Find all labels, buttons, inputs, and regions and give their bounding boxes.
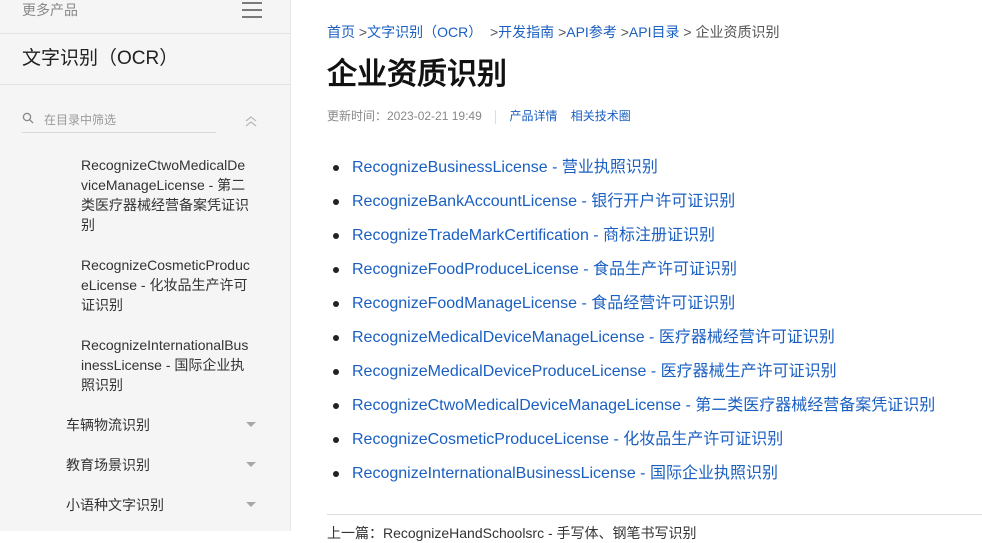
divider [327,514,982,515]
breadcrumb-separator: > [358,24,368,40]
api-link[interactable]: RecognizeMedicalDeviceManageLicense - 医疗… [352,329,835,346]
chevron-down-icon[interactable] [246,502,256,507]
chevron-down-icon[interactable] [246,462,256,467]
breadcrumb-api-catalog[interactable]: API目录 [629,24,680,40]
list-item: RecognizeCosmeticProduceLicense - 化妆品生产许… [327,429,935,463]
sidebar-category-education[interactable]: 教育场景识别 [66,455,266,475]
api-link[interactable]: RecognizeInternationalBusinessLicense - … [352,465,778,482]
breadcrumb-separator: > [620,24,629,40]
list-item: RecognizeInternationalBusinessLicense - … [327,463,935,497]
filter-input[interactable] [42,108,216,132]
filter-box [22,108,216,133]
breadcrumb-home[interactable]: 首页 [327,24,355,40]
page-meta: 更新时间：2023-02-21 19:49 产品详情 相关技术圈 [327,106,641,126]
divider [0,33,291,34]
api-link[interactable]: RecognizeMedicalDeviceProduceLicense - 医… [352,363,837,380]
list-item: RecognizeFoodManageLicense - 食品经营许可证识别 [327,293,935,327]
breadcrumb-separator: > [489,24,499,40]
list-item: RecognizeBankAccountLicense - 银行开户许可证识别 [327,191,935,225]
list-item: RecognizeFoodProduceLicense - 食品生产许可证识别 [327,259,935,293]
page-title: 企业资质识别 [327,58,507,91]
updated-time: 更新时间：2023-02-21 19:49 [327,109,482,123]
breadcrumb-dev-guide[interactable]: 开发指南 [498,24,554,40]
sidebar-item-ctwo-medical[interactable]: RecognizeCtwoMedicalDeviceManageLicense … [81,155,251,235]
api-link[interactable]: RecognizeBankAccountLicense - 银行开户许可证识别 [352,193,735,210]
tech-circle-link[interactable]: 相关技术圈 [571,109,631,123]
list-item: RecognizeTradeMarkCertification - 商标注册证识… [327,225,935,259]
breadcrumb-api-ref[interactable]: API参考 [566,24,617,40]
main-content: 首页 >文字识别（OCR） >开发指南 >API参考 >API目录 > 企业资质… [327,0,982,541]
breadcrumb-current: 企业资质识别 [695,24,780,40]
api-link[interactable]: RecognizeCosmeticProduceLicense - 化妆品生产许… [352,431,783,448]
sidebar-title[interactable]: 文字识别（OCR） [22,46,178,72]
list-item: RecognizeMedicalDeviceProduceLicense - 医… [327,361,935,395]
search-icon [22,112,34,124]
prev-article-link[interactable]: 上一篇：RecognizeHandSchoolsrc - 手写体、钢笔书写识别 [327,523,697,543]
breadcrumb-ocr[interactable]: 文字识别（OCR） [367,24,482,40]
api-link[interactable]: RecognizeFoodProduceLicense - 食品生产许可证识别 [352,261,737,278]
sidebar-category-vehicle[interactable]: 车辆物流识别 [66,415,266,435]
divider [0,84,291,85]
sidebar-category-minor-language[interactable]: 小语种文字识别 [66,495,266,515]
sidebar-item-cosmetic-produce[interactable]: RecognizeCosmeticProduceLicense - 化妆品生产许… [81,255,251,315]
menu-icon[interactable] [242,2,262,18]
api-link[interactable]: RecognizeBusinessLicense - 营业执照识别 [352,159,658,176]
sidebar: 更多产品 文字识别（OCR） RecognizeCtwoMedicalDevic… [0,0,291,531]
list-item: RecognizeCtwoMedicalDeviceManageLicense … [327,395,935,429]
breadcrumb: 首页 >文字识别（OCR） >开发指南 >API参考 >API目录 > 企业资质… [327,22,779,42]
divider [495,109,497,124]
api-link[interactable]: RecognizeFoodManageLicense - 食品经营许可证识别 [352,295,735,312]
api-link[interactable]: RecognizeCtwoMedicalDeviceManageLicense … [352,397,935,414]
chevron-down-icon[interactable] [246,422,256,427]
collapse-all-icon[interactable] [244,114,258,128]
breadcrumb-separator: > [683,24,692,40]
list-item: RecognizeBusinessLicense - 营业执照识别 [327,157,935,191]
api-list: RecognizeBusinessLicense - 营业执照识别 Recogn… [327,157,935,497]
list-item: RecognizeMedicalDeviceManageLicense - 医疗… [327,327,935,361]
more-products-link[interactable]: 更多产品 [22,0,78,20]
product-details-link[interactable]: 产品详情 [509,109,557,123]
sidebar-item-international-business[interactable]: RecognizeInternationalBusinessLicense - … [81,335,251,395]
api-link[interactable]: RecognizeTradeMarkCertification - 商标注册证识… [352,227,715,244]
